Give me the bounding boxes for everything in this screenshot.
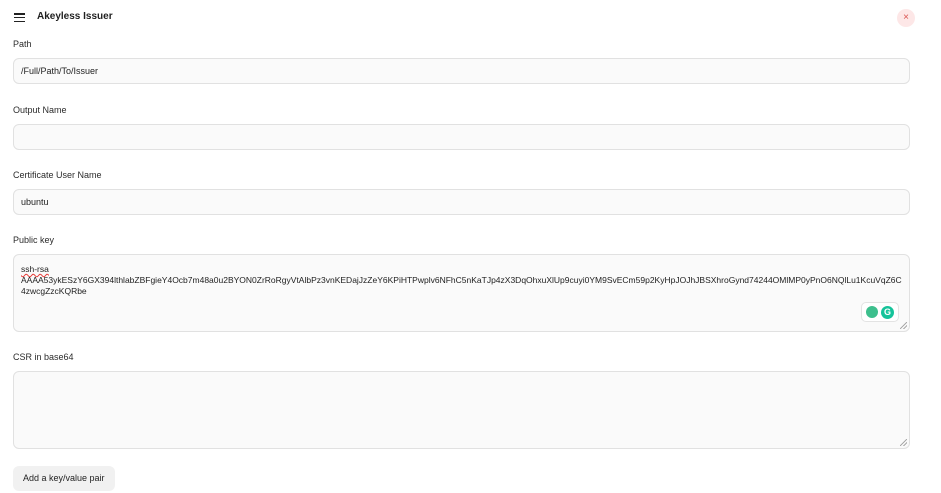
public-key-textarea[interactable]: ssh-rsa AAAA53ykESzY6GX394lthlabZBFgieY4… <box>13 254 910 332</box>
grammarly-widget[interactable]: G <box>861 302 899 322</box>
path-label: Path <box>13 39 32 49</box>
grammarly-icon: G <box>881 305 894 319</box>
close-button[interactable]: × <box>897 9 915 27</box>
public-key-label: Public key <box>13 235 55 245</box>
output-name-input[interactable] <box>13 124 910 150</box>
dialog-title: Akeyless Issuer <box>37 11 113 22</box>
resize-handle[interactable] <box>900 322 907 329</box>
cert-user-input[interactable] <box>13 189 910 215</box>
csr-label: CSR in base64 <box>13 352 74 362</box>
csr-textarea[interactable] <box>13 371 910 449</box>
public-key-line2: AAAA53ykESzY6GX394lthlabZBFgieY4Ocb7m48a… <box>21 275 902 296</box>
path-input[interactable] <box>13 58 910 84</box>
lightbulb-icon <box>866 306 878 318</box>
resize-handle[interactable] <box>900 439 907 446</box>
cert-user-label: Certificate User Name <box>13 170 102 180</box>
output-name-label: Output Name <box>13 105 67 115</box>
dialog-header: Akeyless Issuer × <box>0 0 941 36</box>
add-key-value-button[interactable]: Add a key/value pair <box>13 466 115 491</box>
close-icon: × <box>903 12 909 23</box>
public-key-line1: ssh-rsa <box>21 264 49 274</box>
hamburger-icon[interactable] <box>14 13 26 23</box>
